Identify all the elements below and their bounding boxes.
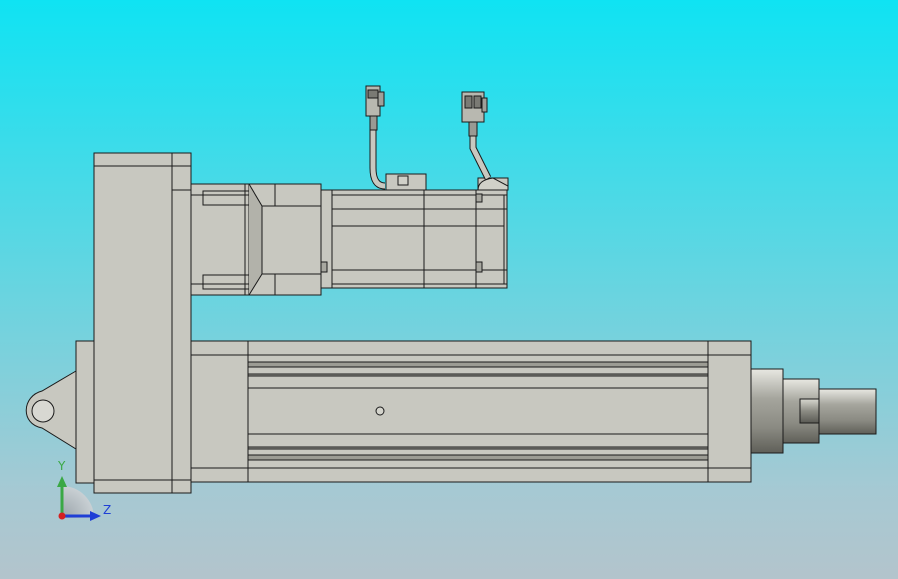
motor-adapter	[190, 183, 322, 296]
gearbox-housing	[93, 152, 192, 494]
actuator-tube	[247, 340, 709, 483]
y-axis-label: Y	[58, 459, 66, 473]
rod-assembly	[750, 368, 877, 454]
z-axis-label: Z	[103, 503, 112, 517]
encoder-cable	[365, 85, 386, 190]
actuator-model	[25, 85, 877, 521]
actuator-end-cap	[707, 340, 752, 483]
servo-motor	[320, 173, 509, 289]
actuator-front-block	[190, 340, 249, 483]
power-cable	[461, 91, 492, 180]
cad-viewport[interactable]: Y Z	[0, 0, 898, 579]
